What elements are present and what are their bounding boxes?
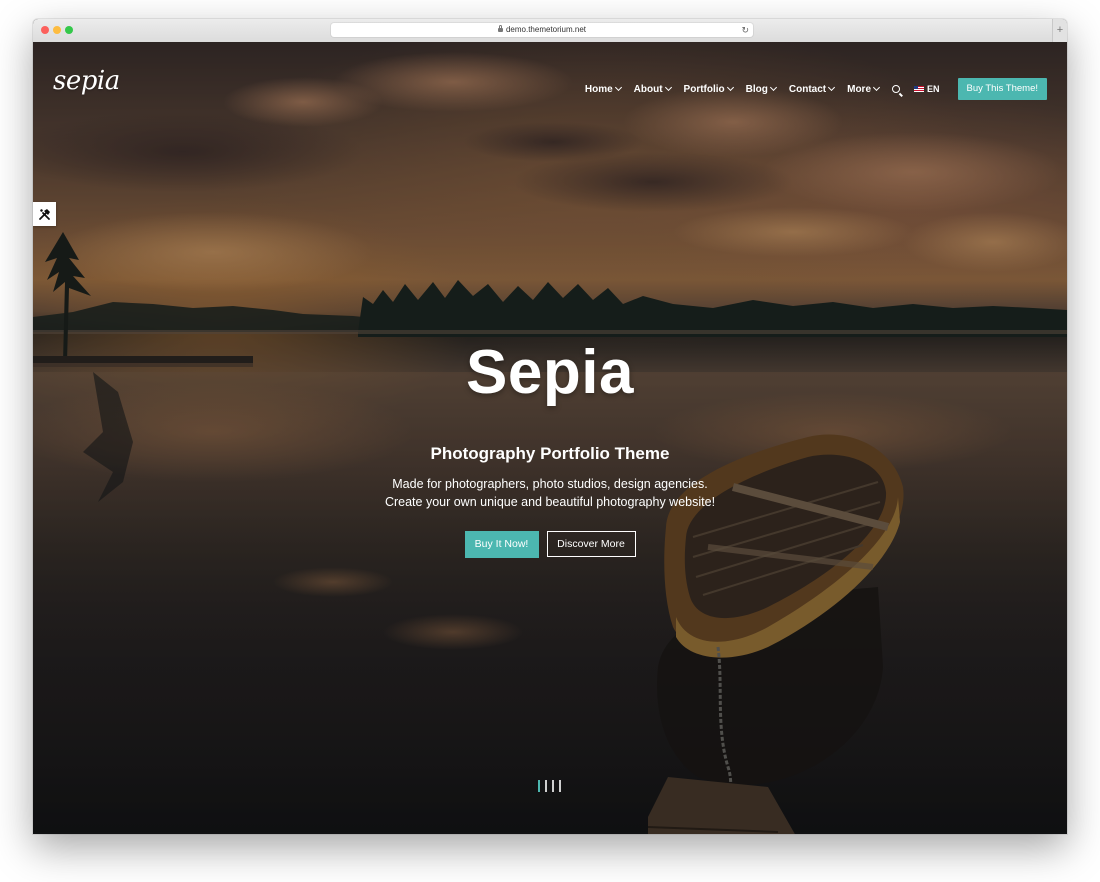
tools-glyph — [39, 208, 50, 220]
chevron-down-icon — [769, 83, 777, 92]
hammer-wrench-icon[interactable] — [33, 202, 56, 226]
slide-indicator-2[interactable] — [545, 780, 547, 792]
chevron-down-icon — [664, 83, 672, 92]
address-bar[interactable]: demo.themetorium.net ↻ — [331, 23, 753, 37]
browser-window: demo.themetorium.net ↻ + sepia Home Abou… — [33, 19, 1067, 834]
nav-item-label: Home — [584, 83, 613, 95]
dark-overlay — [33, 42, 1067, 834]
lock-icon — [497, 25, 503, 32]
nav-item-label: Portfolio — [683, 83, 725, 95]
chevron-down-icon — [614, 83, 622, 92]
reload-icon[interactable]: ↻ — [741, 23, 749, 37]
language-label: EN — [927, 84, 940, 94]
main-navigation: Home About Portfolio Blog Contact More E… — [585, 78, 1047, 100]
url-text: demo.themetorium.net — [505, 25, 587, 34]
site-logo[interactable]: sepia — [53, 66, 120, 96]
language-switcher[interactable]: EN — [914, 84, 940, 94]
chevron-down-icon — [828, 83, 836, 92]
buy-now-button[interactable]: Buy It Now! — [464, 531, 539, 558]
nav-item-more[interactable]: More — [847, 83, 881, 95]
chevron-down-icon — [726, 83, 734, 92]
nav-item-label: More — [847, 83, 872, 95]
search-icon[interactable] — [892, 85, 901, 93]
nav-item-label: Contact — [788, 83, 827, 95]
nav-item-label: About — [633, 83, 663, 95]
hero-cta-group: Buy It Now! Discover More — [33, 531, 1067, 558]
maximize-window-button[interactable] — [65, 26, 73, 34]
slide-indicator-1[interactable] — [538, 780, 540, 792]
hero-section: sepia Home About Portfolio Blog Contact — [33, 42, 1067, 834]
nav-item-contact[interactable]: Contact — [788, 83, 836, 95]
discover-more-button[interactable]: Discover More — [546, 531, 636, 557]
hero-description: Made for photographers, photo studios, d… — [33, 475, 1067, 511]
nav-item-portfolio[interactable]: Portfolio — [683, 83, 734, 95]
nav-item-label: Blog — [745, 83, 768, 95]
hero-title: Sepia — [466, 338, 634, 407]
us-flag-icon — [914, 86, 925, 92]
new-tab-icon[interactable]: + — [1052, 19, 1067, 42]
nav-item-blog[interactable]: Blog — [745, 83, 777, 95]
slider-pagination — [538, 780, 561, 792]
nav-item-about[interactable]: About — [633, 83, 672, 95]
browser-chrome: demo.themetorium.net ↻ + — [33, 19, 1067, 43]
chevron-down-icon — [872, 83, 881, 92]
hero-description-line: Create your own unique and beautiful pho… — [384, 495, 716, 509]
slide-indicator-4[interactable] — [559, 780, 561, 792]
nav-item-home[interactable]: Home — [584, 83, 622, 95]
hero-description-line: Made for photographers, photo studios, d… — [392, 477, 708, 491]
slide-indicator-3[interactable] — [552, 780, 554, 792]
close-window-button[interactable] — [41, 26, 49, 34]
buy-theme-button[interactable]: Buy This Theme! — [957, 78, 1047, 100]
hero-subtitle: Photography Portfolio Theme — [430, 444, 670, 463]
minimize-window-button[interactable] — [53, 26, 61, 34]
